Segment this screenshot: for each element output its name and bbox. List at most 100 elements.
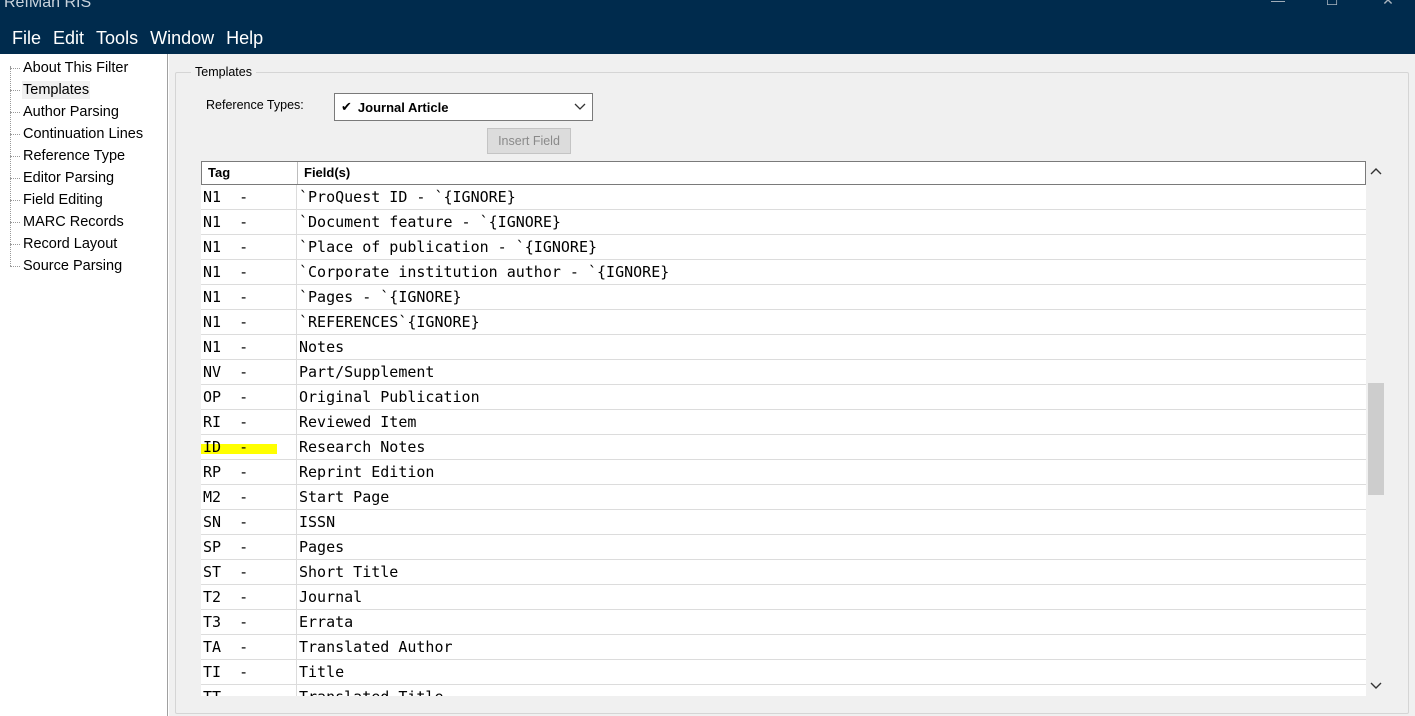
table-row[interactable]: T2 - Journal xyxy=(201,585,1366,610)
maximize-icon[interactable]: ☐ xyxy=(1322,0,1342,8)
row-field: `REFERENCES`{IGNORE} xyxy=(299,313,480,331)
row-field: Short Title xyxy=(299,563,399,581)
template-table: Tag Field(s) N1 - `ProQuest ID - `{IGNORE… xyxy=(201,161,1386,696)
table-row[interactable]: RI - Reviewed Item xyxy=(201,410,1366,435)
row-field: Title xyxy=(299,663,345,681)
table-row[interactable]: OP - Original Publication xyxy=(201,385,1366,410)
title-bar: RefMan RIS — ☐ ✕ File Edit Tools Window … xyxy=(0,0,1415,54)
table-row[interactable]: N1 - Notes xyxy=(201,335,1366,360)
table-row[interactable]: TA - Translated Author xyxy=(201,635,1366,660)
row-field: Translated Title xyxy=(297,685,444,696)
menu-window[interactable]: Window xyxy=(144,25,220,51)
row-field: Errata xyxy=(299,613,354,631)
table-row[interactable]: TT -Translated Title xyxy=(201,685,1366,696)
column-header-tag[interactable]: Tag xyxy=(202,162,298,184)
row-field: Reprint Edition xyxy=(299,463,435,481)
tree-item-reference-type[interactable]: Reference Type xyxy=(10,145,126,167)
row-field: Journal xyxy=(299,588,363,606)
row-tag: RP - xyxy=(201,460,297,484)
table-row[interactable]: T3 - Errata xyxy=(201,610,1366,635)
row-tag: T2 - xyxy=(201,585,297,609)
row-tag: N1 - xyxy=(201,235,297,259)
row-tag: N1 - xyxy=(201,260,297,284)
menu-bar: File Edit Tools Window Help xyxy=(0,25,269,51)
row-field: Research Notes xyxy=(299,438,426,456)
row-tag: N1 - xyxy=(201,285,297,309)
vertical-scrollbar[interactable] xyxy=(1366,161,1386,696)
row-tag: TT - xyxy=(201,685,297,696)
table-row[interactable]: ID - Research Notes xyxy=(201,435,1366,460)
reference-type-select[interactable]: ✔ Journal Article xyxy=(334,93,593,121)
table-row[interactable]: N1 - `Document feature - `{IGNORE} xyxy=(201,210,1366,235)
row-tag: N1 - xyxy=(201,335,297,359)
scrollbar-thumb[interactable] xyxy=(1368,383,1384,495)
tree-item-author-parsing[interactable]: Author Parsing xyxy=(10,101,120,123)
table-row[interactable]: M2 - Start Page xyxy=(201,485,1366,510)
menu-file[interactable]: File xyxy=(0,25,47,51)
tree-item-editor-parsing[interactable]: Editor Parsing xyxy=(10,167,115,189)
row-tag: NV - xyxy=(201,360,297,384)
reference-type-value: Journal Article xyxy=(357,99,449,115)
table-rows: N1 - `ProQuest ID - `{IGNORE} N1 - `Documen… xyxy=(201,185,1366,696)
row-field: `Place of publication - `{IGNORE} xyxy=(299,238,598,256)
minimize-icon[interactable]: — xyxy=(1268,0,1288,8)
row-field: Reviewed Item xyxy=(299,413,417,431)
checkmark-icon: ✔ xyxy=(341,99,352,114)
tree-item-marc-records[interactable]: MARC Records xyxy=(10,211,125,233)
table-header: Tag Field(s) xyxy=(201,161,1366,185)
row-field: ISSN xyxy=(299,513,336,531)
row-field: Notes xyxy=(299,338,345,356)
insert-field-button[interactable]: Insert Field xyxy=(487,128,571,154)
app-title: RefMan RIS xyxy=(4,0,92,11)
menu-edit[interactable]: Edit xyxy=(47,25,90,51)
row-tag: SN - xyxy=(201,510,297,534)
table-row[interactable]: SN - ISSN xyxy=(201,510,1366,535)
table-row[interactable]: N1 - `Corporate institution author - `{IG… xyxy=(201,260,1366,285)
tree-item-source-parsing[interactable]: Source Parsing xyxy=(10,255,123,277)
row-tag: N1 - xyxy=(201,185,297,209)
row-tag: ST - xyxy=(201,560,297,584)
scroll-down-icon[interactable] xyxy=(1366,676,1386,696)
table-row[interactable]: N1 - `REFERENCES`{IGNORE} xyxy=(201,310,1366,335)
table-row[interactable]: ST - Short Title xyxy=(201,560,1366,585)
tree-item-field-editing[interactable]: Field Editing xyxy=(10,189,104,211)
table-row[interactable]: N1 - `Place of publication - `{IGNORE} xyxy=(201,235,1366,260)
row-tag: T3 - xyxy=(201,610,297,634)
row-field: Start Page xyxy=(299,488,390,506)
row-field: Part/Supplement xyxy=(299,363,435,381)
chevron-down-icon xyxy=(574,103,586,110)
row-tag: TI - xyxy=(201,660,297,684)
filter-section-tree: About This Filter Templates Author Parsi… xyxy=(0,54,168,716)
row-tag: RI - xyxy=(201,410,297,434)
table-row[interactable]: RP - Reprint Edition xyxy=(201,460,1366,485)
row-tag: SP - xyxy=(201,535,297,559)
table-row[interactable]: TI - Title xyxy=(201,660,1366,685)
row-tag: ID - xyxy=(201,435,297,459)
close-icon[interactable]: ✕ xyxy=(1378,0,1398,8)
table-row[interactable]: NV - Part/Supplement xyxy=(201,360,1366,385)
templates-panel: Templates Reference Types: ✔ Journal Art… xyxy=(169,54,1415,716)
row-field: Translated Author xyxy=(299,638,453,656)
menu-help[interactable]: Help xyxy=(220,25,269,51)
table-row[interactable]: N1 - `ProQuest ID - `{IGNORE} xyxy=(201,185,1366,210)
group-title: Templates xyxy=(191,65,256,79)
row-tag: M2 - xyxy=(201,485,297,509)
row-field: Pages xyxy=(299,538,345,556)
row-tag: OP - xyxy=(201,385,297,409)
row-field: `Document feature - `{IGNORE} xyxy=(299,213,561,231)
table-row[interactable]: SP - Pages xyxy=(201,535,1366,560)
reference-types-label: Reference Types: xyxy=(206,98,304,112)
menu-tools[interactable]: Tools xyxy=(90,25,144,51)
row-field: `Pages - `{IGNORE} xyxy=(299,288,462,306)
column-header-fields[interactable]: Field(s) xyxy=(298,162,350,184)
tree-item-continuation-lines[interactable]: Continuation Lines xyxy=(10,123,144,145)
row-tag: N1 - xyxy=(201,310,297,334)
tree-item-templates[interactable]: Templates xyxy=(10,79,91,101)
row-tag: N1 - xyxy=(201,210,297,234)
tree-item-record-layout[interactable]: Record Layout xyxy=(10,233,118,255)
tree-item-about[interactable]: About This Filter xyxy=(10,57,129,79)
scroll-up-icon[interactable] xyxy=(1366,161,1386,181)
row-field: `ProQuest ID - `{IGNORE} xyxy=(299,188,516,206)
table-row[interactable]: N1 - `Pages - `{IGNORE} xyxy=(201,285,1366,310)
row-field: Original Publication xyxy=(299,388,480,406)
